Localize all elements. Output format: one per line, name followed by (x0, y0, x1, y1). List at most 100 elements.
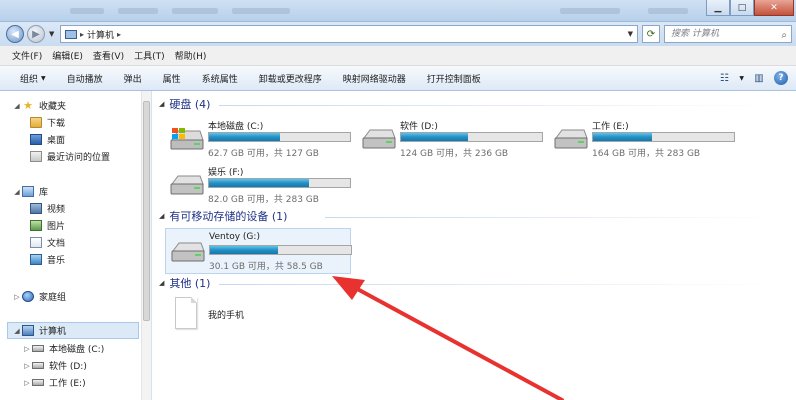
eject-button[interactable]: 弹出 (114, 72, 153, 85)
nav-scrollbar-thumb[interactable] (143, 101, 150, 321)
library-icon (22, 186, 34, 197)
autoplay-button[interactable]: 自动播放 (57, 72, 114, 85)
preview-pane-icon[interactable]: ▥ (752, 72, 766, 84)
device-my-phone[interactable]: 我的手机 (171, 297, 331, 331)
drive-name: 软件 (D:) (400, 122, 438, 132)
group-header-removable[interactable]: ◢ 有可移动存储的设备 (1) (159, 208, 287, 224)
nav-item-desktop[interactable]: 桌面 (30, 131, 65, 148)
nav-item-music[interactable]: 音乐 (30, 251, 65, 268)
nav-item-documents[interactable]: 文档 (30, 234, 65, 251)
nav-label: 本地磁盘 (C:) (49, 345, 105, 355)
expand-arrow-icon[interactable]: ◢ (12, 102, 22, 110)
drive-space-info: 82.0 GB 可用，共 283 GB (208, 195, 319, 205)
recent-places-icon (30, 151, 42, 162)
hard-drive-icon (170, 175, 204, 195)
nav-item-drive-c[interactable]: ▷ 本地磁盘 (C:) (22, 340, 104, 357)
breadcrumb-chevron-icon[interactable]: ▸ (80, 30, 84, 39)
uninstall-programs-button[interactable]: 卸载或更改程序 (249, 72, 333, 85)
nav-item-videos[interactable]: 视频 (30, 200, 65, 217)
group-title: 硬盘 (4) (169, 98, 211, 111)
drive-f[interactable]: 娱乐 (F:) 82.0 GB 可用，共 283 GB (165, 162, 351, 208)
organize-label: 组织 (20, 74, 39, 85)
drive-usage-bar (209, 245, 352, 255)
nav-item-downloads[interactable]: 下载 (30, 114, 65, 131)
title-blur (560, 8, 620, 14)
drive-e[interactable]: 工作 (E:) 164 GB 可用，共 283 GB (549, 116, 735, 162)
nav-item-libraries[interactable]: ◢ 库 (0, 183, 48, 200)
maximize-button[interactable]: □ (730, 0, 754, 16)
expand-arrow-icon[interactable]: ▷ (22, 379, 32, 387)
expand-arrow-icon[interactable]: ▷ (22, 362, 32, 370)
command-bar: 组织 ▼ 自动播放 弹出 属性 系统属性 卸载或更改程序 映射网络驱动器 打开控… (0, 66, 796, 91)
open-control-panel-button[interactable]: 打开控制面板 (417, 72, 492, 85)
expand-arrow-icon[interactable]: ▷ (12, 293, 22, 301)
menu-bar: 文件(F) 编辑(E) 查看(V) 工具(T) 帮助(H) (0, 46, 796, 66)
drive-d[interactable]: 软件 (D:) 124 GB 可用，共 236 GB (357, 116, 543, 162)
nav-item-pictures[interactable]: 图片 (30, 217, 65, 234)
nav-scrollbar[interactable] (141, 91, 151, 400)
menu-file[interactable]: 文件(F) (12, 49, 42, 62)
nav-item-favorites[interactable]: ◢ ★ 收藏夹 (0, 97, 66, 114)
help-icon[interactable]: ? (774, 71, 788, 85)
drive-usage-fill (209, 179, 310, 187)
drive-c[interactable]: 本地磁盘 (C:) 62.7 GB 可用，共 127 GB (165, 116, 351, 162)
expand-arrow-icon[interactable]: ◢ (12, 188, 22, 196)
group-divider (219, 284, 779, 285)
menu-tools[interactable]: 工具(T) (134, 49, 165, 62)
nav-label: 收藏夹 (39, 102, 67, 112)
group-title: 其他 (1) (169, 277, 211, 290)
command-bar-right: ☷ ▼ ▥ ? (717, 71, 788, 85)
downloads-folder-icon (30, 117, 42, 128)
forward-button[interactable]: ▶ (27, 25, 45, 43)
breadcrumb-chevron-icon[interactable]: ▸ (117, 30, 121, 39)
menu-edit[interactable]: 编辑(E) (52, 49, 83, 62)
drive-usage-fill (401, 133, 468, 141)
close-button[interactable]: ✕ (754, 0, 794, 16)
map-network-drive-label: 映射网络驱动器 (342, 74, 406, 85)
drive-g-ventoy[interactable]: Ventoy (G:) 30.1 GB 可用，共 58.5 GB (165, 228, 352, 274)
group-header-other[interactable]: ◢ 其他 (1) (159, 275, 210, 291)
collapse-arrow-icon[interactable]: ◢ (159, 100, 164, 108)
nav-item-drive-d[interactable]: ▷ 软件 (D:) (22, 357, 87, 374)
back-button[interactable]: ◀ (6, 25, 24, 43)
uninstall-programs-label: 卸载或更改程序 (258, 74, 322, 85)
menu-view[interactable]: 查看(V) (93, 49, 124, 62)
system-properties-button[interactable]: 系统属性 (192, 72, 249, 85)
collapse-arrow-icon[interactable]: ◢ (159, 279, 164, 287)
search-placeholder: 搜索 计算机 (671, 29, 719, 39)
nav-item-drive-e[interactable]: ▷ 工作 (E:) (22, 374, 85, 391)
history-dropdown-icon[interactable]: ▼ (49, 30, 54, 38)
search-icon[interactable]: ⌕ (781, 28, 787, 44)
collapse-arrow-icon[interactable]: ◢ (159, 212, 164, 220)
search-input[interactable]: 搜索 计算机 ⌕ (664, 25, 792, 43)
refresh-icon: ⟳ (646, 28, 656, 40)
portable-device-icon (175, 297, 197, 329)
address-input[interactable]: ▸ 计算机 ▸ ▼ (60, 25, 638, 43)
nav-item-computer[interactable]: ◢ 计算机 (0, 322, 66, 339)
title-bar: ▁ □ ✕ (0, 0, 796, 22)
drive-usage-fill (210, 246, 279, 254)
address-dropdown-icon[interactable]: ▼ (628, 30, 633, 38)
group-divider (219, 105, 779, 106)
change-view-icon[interactable]: ☷ (717, 72, 731, 84)
view-dropdown-icon[interactable]: ▼ (739, 75, 744, 82)
drive-space-info: 124 GB 可用，共 236 GB (400, 149, 509, 159)
refresh-button[interactable]: ⟳ (642, 25, 660, 43)
nav-label: 计算机 (39, 327, 67, 337)
drive-usage-bar (208, 132, 351, 142)
nav-label: 软件 (D:) (49, 362, 87, 372)
expand-arrow-icon[interactable]: ◢ (12, 327, 22, 335)
nav-item-homegroup[interactable]: ▷ 家庭组 (0, 288, 66, 305)
properties-button[interactable]: 属性 (153, 72, 192, 85)
nav-item-recent[interactable]: 最近访问的位置 (30, 148, 110, 165)
menu-help[interactable]: 帮助(H) (175, 49, 207, 62)
map-network-drive-button[interactable]: 映射网络驱动器 (333, 72, 417, 85)
minimize-button[interactable]: ▁ (706, 0, 730, 16)
breadcrumb-computer[interactable]: 计算机 (87, 28, 114, 41)
drive-usage-bar (208, 178, 351, 188)
chevron-down-icon: ▼ (41, 74, 46, 82)
group-header-hard-disks[interactable]: ◢ 硬盘 (4) (159, 96, 210, 112)
organize-button[interactable]: 组织 ▼ (10, 72, 57, 85)
expand-arrow-icon[interactable]: ▷ (22, 345, 32, 353)
address-bar: ◀ ▶ ▼ ▸ 计算机 ▸ ▼ ⟳ 搜索 计算机 ⌕ (0, 22, 796, 46)
